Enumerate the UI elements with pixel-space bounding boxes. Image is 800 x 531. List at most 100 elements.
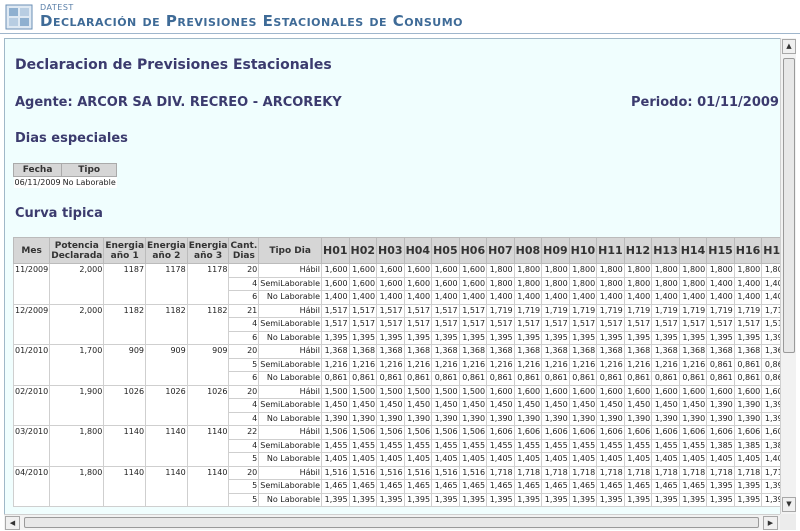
hour-value-cell: 1,600 [458,263,488,278]
hour-value-cell: 1,500 [431,384,460,399]
hour-value-cell: 0,861 [733,371,763,386]
hour-value-cell: 1,516 [458,465,488,480]
hour-value-cell: 1,390 [623,411,653,426]
hour-value-cell: 1,405 [651,452,680,467]
hour-value-cell: 1,800 [486,263,515,278]
vertical-scrollbar[interactable]: ▲ ▼ [780,38,796,514]
hour-value-cell: 1,400 [486,290,515,305]
scrollbar-corner [780,514,796,530]
hour-value-cell: 1,600 [376,263,405,278]
scroll-right-icon[interactable]: ▶ [763,516,778,530]
hour-value-cell: 1,600 [761,384,780,399]
hour-value-cell: 1,216 [568,357,598,372]
hour-value-cell: 1,385 [733,438,763,453]
hour-value-cell: 1,517 [651,317,680,332]
hour-value-cell: 1,400 [568,290,598,305]
hour-value-cell: 1,450 [623,398,653,413]
hour-value-cell: 1,800 [568,263,598,278]
hour-value-cell: 1,368 [651,344,680,359]
hour-value-cell: 1,390 [651,411,680,426]
hour-value-cell: 1,600 [431,263,460,278]
tipo-dia-cell: Hábil [258,344,323,359]
hour-value-cell: 1,800 [678,276,708,291]
hour-value-cell: 1,517 [431,303,460,318]
hour-value-cell: 1,400 [733,276,763,291]
horizontal-scrollbar[interactable]: ◀ ▶ [4,514,780,530]
hour-value-cell: 1,506 [321,425,350,440]
hour-value-cell: 1,600 [431,276,460,291]
mes-cell: 04/2010 [12,465,51,507]
hour-value-cell: 1,405 [431,452,460,467]
hour-value-cell: 0,861 [596,371,625,386]
tipo-dia-cell: SemiLaborable [258,398,323,413]
hour-value-cell: 1,395 [541,330,570,345]
potencia-cell: 1,800 [49,465,105,507]
energia-cell: 909 [145,344,188,386]
hour-value-cell: 1,368 [403,344,433,359]
table-row: 04/2010 1,800 1140 1140 1140 20 Hábil 1,516 1,51… [12,465,780,507]
hour-value-cell: 1,395 [376,330,405,345]
hour-value-cell: 1,390 [458,411,488,426]
hour-value-cell: 1,450 [431,398,460,413]
horizontal-scroll-thumb[interactable] [24,517,759,528]
hour-value-cell: 1,800 [651,263,680,278]
dias-header-cell: Tipo [61,163,118,177]
hour-value-cell: 1,719 [706,303,735,318]
hour-value-cell: 1,517 [376,303,405,318]
hour-value-cell: 1,600 [403,263,433,278]
hour-value-cell: 1,719 [513,303,543,318]
hour-value-cell: 1,368 [623,344,653,359]
hour-value-cell: 1,400 [348,290,378,305]
hour-value-cell: 1,517 [348,303,378,318]
hour-value-cell: 1,368 [321,344,350,359]
hour-value-cell: 1,517 [458,303,488,318]
hour-value-cell: 0,861 [706,357,735,372]
energia-cell: 1140 [186,465,230,507]
hour-value-cell: 1,400 [513,290,543,305]
hour-value-cell: 1,368 [431,344,460,359]
hour-value-cell: 1,600 [541,384,570,399]
tipo-dia-cell: SemiLaborable [258,317,323,332]
vertical-scroll-thumb[interactable] [783,58,795,353]
energia-cell: 1178 [145,263,188,305]
tipo-dia-cell: No Laborable [258,452,323,467]
mes-cell: 11/2009 [12,263,51,305]
content-viewport[interactable]: Declaracion de Previsiones Estacionales … [4,38,780,514]
hour-value-cell: 1,800 [623,263,653,278]
hour-value-cell: 1,390 [376,411,405,426]
hour-value-cell: 1,395 [321,492,350,507]
hour-value-cell: 1,390 [733,411,763,426]
hour-value-cell: 1,718 [486,465,515,480]
hour-value-cell: 1,517 [321,317,350,332]
hour-value-cell: 1,516 [321,465,350,480]
hour-value-cell: 1,405 [541,452,570,467]
hour-value-cell: 1,465 [486,479,515,494]
hour-value-cell: 1,465 [623,479,653,494]
hour-value-cell: 1,405 [733,452,763,467]
hour-value-cell: 1,517 [568,317,598,332]
tipo-dia-cell: No Laborable [258,371,323,386]
potencia-cell: 2,000 [49,263,105,305]
hour-value-cell: 0,861 [541,371,570,386]
header-divider [0,33,800,34]
hour-value-cell: 1,395 [568,492,598,507]
hour-value-cell: 1,400 [706,290,735,305]
scroll-left-icon[interactable]: ◀ [5,516,20,530]
hour-value-cell: 1,719 [568,303,598,318]
hour-value-cell: 1,405 [348,452,378,467]
curva-header-cell: H12 [623,237,653,264]
page-title: Declaracion de Previsiones Estacionales [15,57,332,73]
hour-value-cell: 1,390 [706,398,735,413]
hour-value-cell: 1,719 [651,303,680,318]
table-row: 06/11/2009 No Laborable [13,176,117,188]
hour-value-cell: 0,861 [403,371,433,386]
hour-value-cell: 1,395 [348,330,378,345]
scroll-up-icon[interactable]: ▲ [782,39,796,54]
hour-value-cell: 1,395 [458,492,488,507]
tipo-dia-cell: No Laborable [258,492,323,507]
dias-cell: 06/11/2009 [13,176,62,188]
hour-value-cell: 1,395 [513,492,543,507]
hour-value-cell: 1,390 [541,411,570,426]
hour-value-cell: 1,395 [651,492,680,507]
scroll-down-icon[interactable]: ▼ [782,497,796,512]
